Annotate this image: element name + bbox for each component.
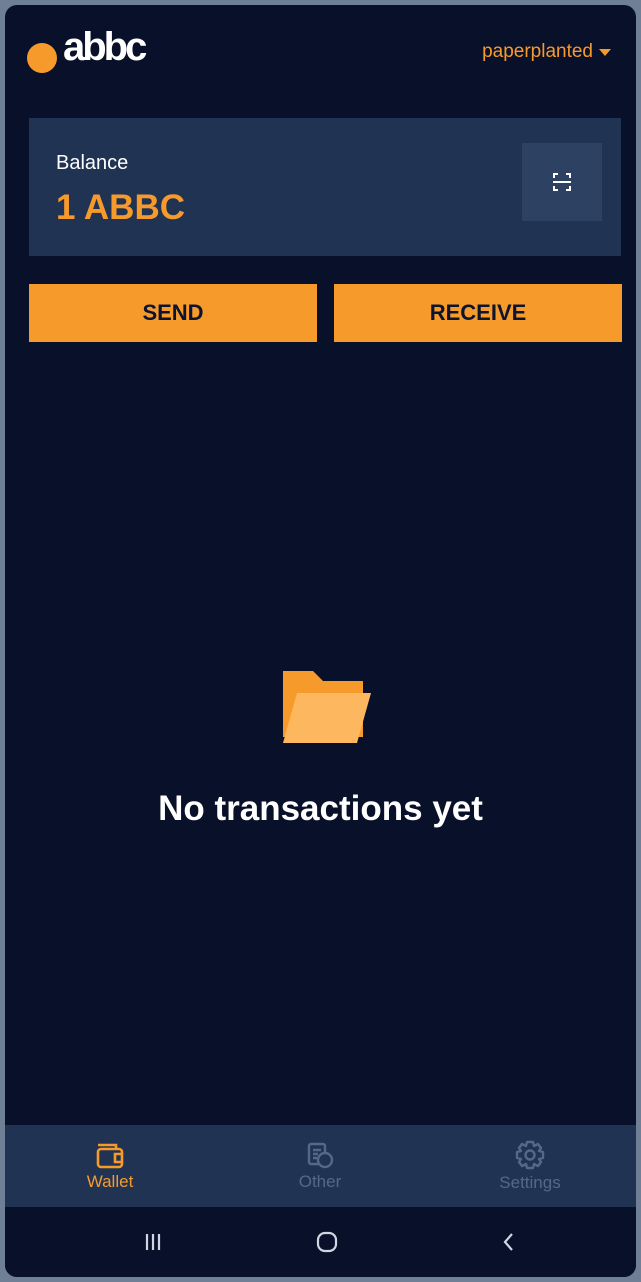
- app-header: abbc paperplanted: [5, 5, 636, 105]
- balance-value: 1 ABBC: [56, 188, 185, 227]
- home-button[interactable]: [297, 1225, 357, 1259]
- recent-apps-button[interactable]: [123, 1225, 183, 1259]
- nav-item-settings[interactable]: Settings: [425, 1125, 635, 1207]
- logo-dot: [27, 43, 57, 73]
- wallet-icon: [96, 1143, 124, 1169]
- app-screen: abbc paperplanted Balance 1 ABBC SEND RE…: [5, 5, 636, 1277]
- back-icon: [503, 1233, 513, 1251]
- account-name: paperplanted: [482, 41, 593, 62]
- account-selector[interactable]: paperplanted: [482, 41, 611, 63]
- bottom-navigation: Wallet Other Settings: [5, 1125, 636, 1207]
- nav-label-settings: Settings: [499, 1173, 561, 1192]
- empty-state-message: No transactions yet: [158, 789, 483, 828]
- folder-icon: [283, 671, 371, 743]
- balance-card: Balance 1 ABBC: [29, 118, 621, 256]
- nav-label-other: Other: [298, 1172, 342, 1191]
- scan-button[interactable]: [522, 143, 602, 221]
- gear-icon: [515, 1140, 545, 1170]
- send-button[interactable]: SEND: [29, 284, 317, 342]
- balance-label: Balance: [56, 152, 129, 174]
- recent-apps-icon: [145, 1234, 161, 1250]
- nav-item-wallet[interactable]: Wallet: [5, 1125, 215, 1207]
- system-navigation-bar: [5, 1207, 636, 1277]
- nav-label-wallet: Wallet: [86, 1172, 134, 1191]
- back-button[interactable]: [479, 1225, 539, 1259]
- chevron-down-icon: [599, 48, 611, 56]
- home-icon: [316, 1231, 338, 1253]
- nav-item-other[interactable]: Other: [215, 1125, 425, 1207]
- coins-icon: [307, 1142, 334, 1169]
- app-logo: abbc: [63, 25, 147, 69]
- scan-icon: [553, 173, 571, 191]
- receive-button[interactable]: RECEIVE: [334, 284, 622, 342]
